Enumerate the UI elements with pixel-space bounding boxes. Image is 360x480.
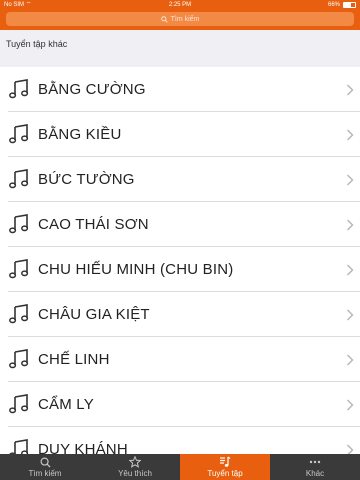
status-battery: 66% [328, 0, 356, 10]
section-title: Tuyển tập khác [6, 39, 68, 49]
search-icon [160, 15, 168, 23]
tab-collections[interactable]: Tuyển tập [180, 454, 270, 480]
list-item-label: BỨC TƯỜNG [38, 171, 135, 188]
battery-percent: 66% [327, 2, 340, 8]
search-icon [0, 456, 90, 468]
tab-search[interactable]: Tìm kiếm [0, 454, 90, 480]
battery-icon [343, 2, 356, 8]
tab-favorites[interactable]: Yêu thích [90, 454, 180, 480]
list-item[interactable]: BỨC TƯỜNG [0, 157, 360, 202]
music-note-icon [8, 258, 30, 280]
list-item[interactable]: CAO THÁI SƠN [0, 202, 360, 247]
music-note-icon [8, 438, 30, 454]
music-note-icon [8, 303, 30, 325]
list-item-label: DUY KHÁNH [38, 441, 128, 454]
artist-list: BẰNG CƯỜNG BẰNG KIỀU BỨC TƯỜNG CAO THÁI SƠN… [0, 67, 360, 454]
chevron-right-icon [346, 398, 354, 411]
list-item-label: CHẾ LINH [38, 351, 110, 368]
music-note-icon [8, 393, 30, 415]
list-item-label: BẰNG CƯỜNG [38, 81, 146, 98]
top-header: No SIM ⌔ 2:25 PM 66% Tìm kiếm [0, 0, 360, 30]
search-input[interactable]: Tìm kiếm [6, 12, 354, 26]
list-item[interactable]: CHẾ LINH [0, 337, 360, 382]
list-item-label: CAO THÁI SƠN [38, 216, 149, 233]
status-bar: No SIM ⌔ 2:25 PM 66% [0, 0, 360, 10]
music-note-icon [8, 168, 30, 190]
tab-label: Tìm kiếm [28, 469, 62, 478]
more-icon [270, 456, 360, 468]
chevron-right-icon [346, 173, 354, 186]
star-icon [90, 456, 180, 468]
battery-fill [344, 3, 352, 7]
list-item[interactable]: BẰNG KIỀU [0, 112, 360, 157]
list-item[interactable]: CHÂU GIA KIỆT [0, 292, 360, 337]
chevron-right-icon [346, 263, 354, 276]
music-note-icon [8, 78, 30, 100]
tab-label: Tuyển tập [207, 469, 243, 478]
music-note-icon [8, 348, 30, 370]
status-time: 2:25 PM [168, 2, 192, 8]
search-placeholder: Tìm kiếm [170, 15, 200, 23]
list-item[interactable]: CẨM LY [0, 382, 360, 427]
music-note-icon [8, 213, 30, 235]
list-item-label: BẰNG KIỀU [38, 126, 122, 143]
tab-label: Yêu thích [118, 469, 152, 478]
chevron-right-icon [346, 218, 354, 231]
list-item-label: CHU HIẾU MINH (CHU BIN) [38, 261, 234, 278]
list-item[interactable]: BẰNG CƯỜNG [0, 67, 360, 112]
tab-more[interactable]: Khác [270, 454, 360, 480]
music-note-icon [8, 123, 30, 145]
list-item-label: CẨM LY [38, 396, 94, 413]
chevron-right-icon [346, 308, 354, 321]
tab-label: Khác [305, 469, 325, 478]
music-list-icon [180, 456, 270, 468]
chevron-right-icon [346, 83, 354, 96]
tab-bar: Tìm kiếm Yêu thích Tuyển tập Khác [0, 454, 360, 480]
chevron-right-icon [346, 353, 354, 366]
list-item[interactable]: DUY KHÁNH [0, 427, 360, 454]
list-item[interactable]: CHU HIẾU MINH (CHU BIN) [0, 247, 360, 292]
chevron-right-icon [346, 128, 354, 141]
list-item-label: CHÂU GIA KIỆT [38, 306, 150, 323]
chevron-right-icon [346, 443, 354, 454]
